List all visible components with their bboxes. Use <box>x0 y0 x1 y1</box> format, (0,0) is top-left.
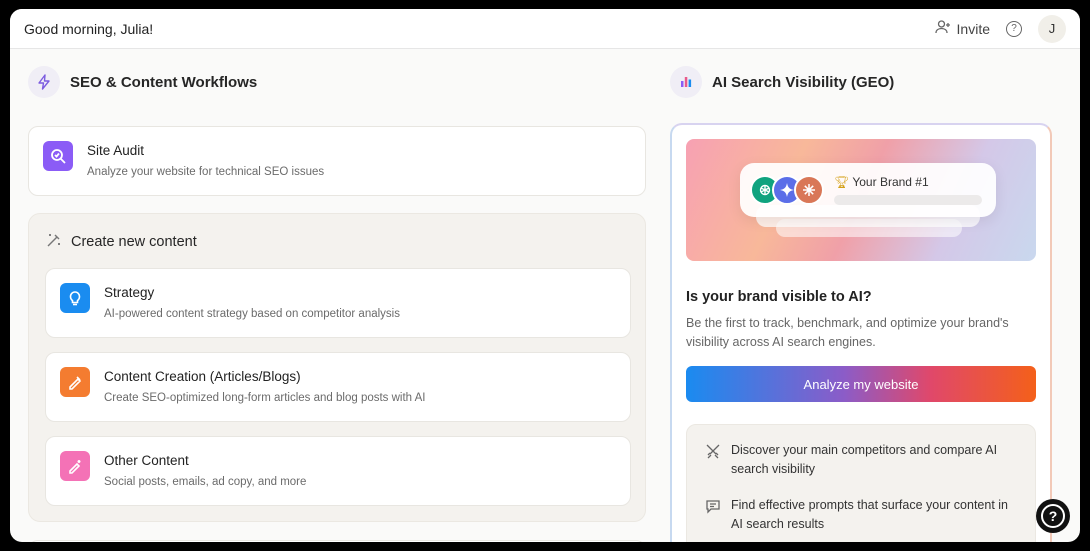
avatar[interactable]: J <box>1038 14 1066 43</box>
geo-description: Be the first to track, benchmark, and op… <box>686 316 1009 349</box>
workflows-column: SEO & Content Workflows Site Audit Analy… <box>28 65 646 542</box>
create-content-title: Create new content <box>71 234 197 250</box>
analyze-website-button[interactable]: Analyze my website <box>686 366 1036 402</box>
add-user-icon <box>934 19 951 38</box>
help-icon[interactable]: ? <box>1006 20 1022 37</box>
magic-wand-icon <box>45 231 63 253</box>
strategy-title: Strategy <box>104 285 155 300</box>
other-content-title: Other Content <box>104 453 189 468</box>
pen-icon <box>60 367 90 397</box>
app-window: Good morning, Julia! Invite ? J SEO & Co… <box>10 9 1080 542</box>
edit-sparkle-icon <box>60 451 90 481</box>
geo-features-list: Discover your main competitors and compa… <box>686 424 1036 542</box>
geo-card: 🏆︎ Your Brand #1 Is your brand visible t… <box>670 123 1052 542</box>
top-bar: Good morning, Julia! Invite ? J <box>10 9 1080 49</box>
create-content-panel: Create new content Strategy AI-powered c… <box>28 213 646 522</box>
geo-header: AI Search Visibility (GEO) <box>670 65 1052 99</box>
feature-text: Find effective prompts that surface your… <box>731 498 1008 531</box>
claude-logo-icon <box>794 175 824 205</box>
site-audit-desc: Analyze your website for technical SEO i… <box>87 166 325 178</box>
site-audit-title: Site Audit <box>87 143 145 158</box>
question-mark-icon: ? <box>1041 504 1065 528</box>
brand-progress-bar <box>834 195 982 205</box>
other-content-card[interactable]: Other Content Social posts, emails, ad c… <box>45 436 631 506</box>
lightbulb-icon <box>60 283 90 313</box>
message-icon <box>705 498 721 534</box>
ai-engine-logos <box>750 175 824 205</box>
greeting-text: Good morning, Julia! <box>24 20 154 37</box>
geo-banner: 🏆︎ Your Brand #1 <box>686 139 1036 261</box>
audit-search-icon <box>43 141 73 171</box>
lightning-icon <box>28 66 60 98</box>
invite-label: Invite <box>956 20 990 37</box>
trophy-icon: 🏆︎ <box>834 175 850 189</box>
workflows-header: SEO & Content Workflows <box>28 65 646 99</box>
strategy-card[interactable]: Strategy AI-powered content strategy bas… <box>45 268 631 338</box>
brand-rank-pill: 🏆︎ Your Brand #1 <box>740 163 996 217</box>
top-actions: Invite ? J <box>934 14 1066 43</box>
feature-item: Find effective prompts that surface your… <box>705 496 1017 534</box>
invite-button[interactable]: Invite <box>934 19 990 38</box>
content-creation-desc: Create SEO-optimized long-form articles … <box>104 392 426 404</box>
bar-chart-icon <box>670 66 702 98</box>
other-content-desc: Social posts, emails, ad copy, and more <box>104 476 307 488</box>
geo-column: AI Search Visibility (GEO) 🏆︎ Your Brand… <box>670 65 1052 542</box>
next-card-partial <box>28 540 646 542</box>
geo-question: Is your brand visible to AI? <box>686 289 872 305</box>
swords-icon <box>705 443 721 479</box>
workflows-title: SEO & Content Workflows <box>70 73 258 91</box>
strategy-desc: AI-powered content strategy based on com… <box>104 308 400 320</box>
site-audit-card[interactable]: Site Audit Analyze your website for tech… <box>28 126 646 196</box>
geo-title: AI Search Visibility (GEO) <box>712 73 895 91</box>
feature-text: Discover your main competitors and compa… <box>731 443 998 476</box>
brand-rank-text: Your Brand #1 <box>852 175 929 189</box>
floating-help-button[interactable]: ? <box>1036 499 1070 533</box>
create-content-header: Create new content <box>45 230 629 254</box>
content-creation-title: Content Creation (Articles/Blogs) <box>104 369 301 384</box>
content-creation-card[interactable]: Content Creation (Articles/Blogs) Create… <box>45 352 631 422</box>
feature-item: Discover your main competitors and compa… <box>705 441 1017 479</box>
brand-rank-label: 🏆︎ Your Brand #1 <box>834 175 982 189</box>
